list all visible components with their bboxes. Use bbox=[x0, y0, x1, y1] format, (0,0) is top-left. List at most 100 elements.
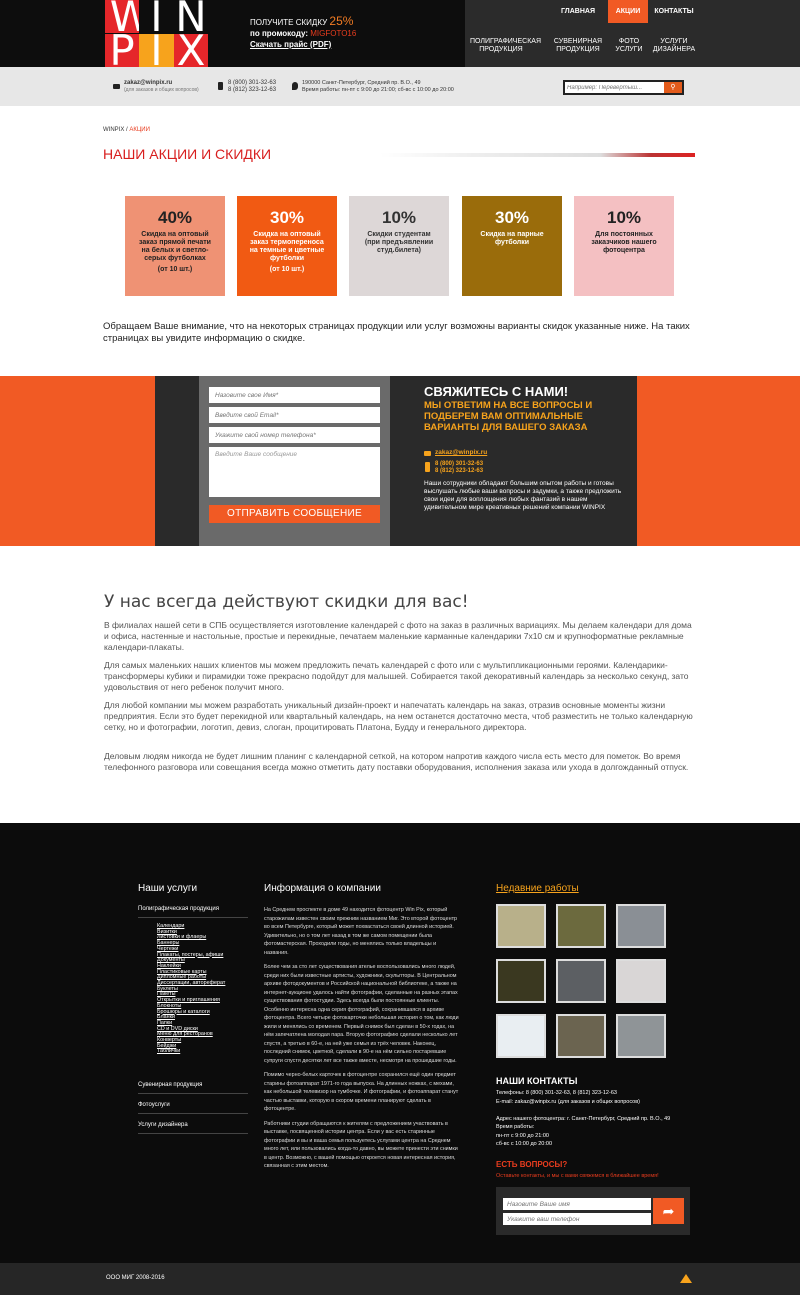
recent-work-thumbnail[interactable] bbox=[616, 904, 666, 948]
contact-phones: 8 (800) 301-32-63 8 (812) 323-12-63 bbox=[435, 461, 483, 475]
search-icon: ⚲ bbox=[670, 84, 676, 91]
subnav-label: ПРОДУКЦИЯ bbox=[556, 46, 600, 53]
subnav-label: ДИЗАЙНЕРА bbox=[652, 46, 696, 53]
contact-text: Наши сотрудники обладают большим опытом … bbox=[424, 480, 622, 511]
tile-description: Скидка на парные футболки bbox=[480, 231, 544, 246]
recent-works-heading[interactable]: Недавние работы bbox=[496, 883, 579, 894]
recent-work-thumbnail[interactable] bbox=[496, 904, 546, 948]
title-divider bbox=[380, 153, 695, 157]
scroll-top-icon[interactable] bbox=[680, 1274, 692, 1283]
subnav-souvenirs[interactable]: СУВЕНИРНАЯ ПРОДУКЦИЯ bbox=[549, 38, 607, 54]
questions-heading: ЕСТЬ ВОПРОСЫ? bbox=[496, 1160, 568, 1169]
recent-work-thumbnail[interactable] bbox=[616, 959, 666, 1003]
discount-tile: 10% Для постоянных заказчиков нашего фото… bbox=[574, 196, 674, 296]
subnav-printing[interactable]: ПОЛИГРАФИЧЕСКАЯ ПРОДУКЦИЯ bbox=[470, 38, 541, 54]
contact-line: Адрес нашего фотоцентра: г. Санкт-Петерб… bbox=[496, 1115, 671, 1122]
contact-subheading: МЫ ОТВЕТИМ НА ВСЕ ВОПРОСЫ И ПОДБЕРЕМ ВАМ… bbox=[424, 400, 593, 433]
bar-hours: Время работы: пн-пт с 9:00 до 21:00; сб-… bbox=[302, 87, 454, 93]
service-sublink[interactable]: Таблички bbox=[157, 1049, 248, 1055]
info-paragraph: Работники студии обращаются к жителям с … bbox=[264, 1120, 458, 1170]
search-input[interactable] bbox=[567, 83, 663, 93]
company-info: На Среднем проспекте в доме 49 находится… bbox=[264, 906, 461, 1177]
breadcrumb-home[interactable]: WINPIX bbox=[103, 127, 124, 133]
contact-line: Время работы: bbox=[496, 1124, 535, 1130]
recent-work-thumbnail[interactable] bbox=[556, 1014, 606, 1058]
discount-notice: Обращаем Ваше внимание, что на некоторых… bbox=[103, 321, 690, 344]
tile-percent: 30% bbox=[494, 208, 530, 227]
contact-heading: СВЯЖИТЕСЬ С НАМИ! bbox=[424, 384, 569, 399]
nav-contacts[interactable]: КОНТАКТЫ bbox=[650, 0, 698, 23]
tile-note: (от 10 шт.) bbox=[157, 266, 193, 273]
logo[interactable]: W I N P I X bbox=[105, 0, 208, 72]
discount-tile: 40% Скидка на оптовый заказ прямой печати… bbox=[125, 196, 225, 296]
mail-icon bbox=[424, 451, 431, 456]
contact-line: сб-вс с 10:00 до 20:00 bbox=[496, 1141, 552, 1147]
tile-description: Скидки студентам (при предъявлении студ.… bbox=[364, 231, 434, 254]
callback-submit-button[interactable]: ➦ bbox=[653, 1198, 684, 1224]
info-paragraph: Помимо черно-белых карточек в фотоцентре… bbox=[264, 1072, 459, 1112]
article-paragraph: Для самых маленьких наших клиентов мы мо… bbox=[104, 660, 689, 692]
tile-percent: 40% bbox=[157, 208, 193, 227]
contact-phone: 8 (800) 301-32-63 bbox=[435, 461, 484, 467]
service-link[interactable]: Услуги дизайнера bbox=[138, 1122, 248, 1134]
subnav-label: СУВЕНИРНАЯ bbox=[553, 38, 603, 45]
service-link[interactable]: Сувенирная продукция bbox=[138, 1082, 248, 1094]
contact-phone: 8 (812) 323-12-63 bbox=[435, 468, 484, 474]
bar-phone: 8 (812) 323-12-63 bbox=[228, 87, 277, 93]
bar-phone: 8 (800) 301-32-63 bbox=[228, 80, 277, 86]
price-download-link[interactable]: Скачать прайс (PDF) bbox=[250, 40, 331, 49]
tile-note: (от 10 шт.) bbox=[269, 266, 305, 273]
recent-work-thumbnail[interactable] bbox=[496, 959, 546, 1003]
breadcrumb: WINPIX / АКЦИИ bbox=[103, 127, 150, 133]
copyright: ООО МИГ 2008-2016 bbox=[106, 1275, 165, 1281]
promo-code: MIGFOTO16 bbox=[310, 29, 357, 38]
contact-line: Телефоны: 8 (800) 301-32-63, 8 (812) 323… bbox=[496, 1090, 617, 1096]
bar-address: 190000 Санкт-Петербург, Средний пр. В.О.… bbox=[302, 80, 454, 94]
contact-email[interactable]: zakaz@winpix.ru bbox=[435, 449, 487, 456]
message-textarea[interactable]: Введите Ваше сообщение bbox=[209, 447, 380, 497]
bar-phones: 8 (800) 301-32-63 8 (812) 323-12-63 bbox=[228, 80, 276, 94]
promo-line1: ПОЛУЧИТЕ СКИДКУ bbox=[250, 18, 328, 27]
service-link[interactable]: Полиграфическая продукция bbox=[138, 906, 248, 918]
promo-block: ПОЛУЧИТЕ СКИДКУ 25% по промокоду: MIGFOT… bbox=[250, 14, 357, 50]
tile-percent: 10% bbox=[606, 208, 642, 227]
location-icon bbox=[292, 82, 298, 90]
logo-letter: P bbox=[105, 30, 139, 72]
phone-input[interactable] bbox=[209, 427, 380, 443]
promo-line2: по промокоду: bbox=[250, 29, 309, 38]
arrow-icon: ➦ bbox=[662, 1203, 675, 1219]
contact-line: E-mail: zakaz@winpix.ru (для заказов и о… bbox=[496, 1098, 640, 1105]
recent-work-thumbnail[interactable] bbox=[616, 1014, 666, 1058]
discount-tile: 30% Скидка на оптовый заказ термопереноса… bbox=[237, 196, 337, 296]
phone-icon bbox=[425, 462, 430, 472]
article-paragraph: В филиалах нашей сети в СПБ осуществляет… bbox=[104, 620, 692, 652]
nav-promotions[interactable]: АКЦИИ bbox=[608, 0, 648, 23]
name-input[interactable] bbox=[209, 387, 380, 403]
bar-email-note: (для заказов и общих вопросов) bbox=[124, 87, 199, 93]
recent-work-thumbnail[interactable] bbox=[556, 959, 606, 1003]
subnav-label: ПОЛИГРАФИЧЕСКАЯ bbox=[470, 38, 541, 45]
nav-home[interactable]: ГЛАВНАЯ bbox=[555, 0, 601, 23]
tile-percent: 30% bbox=[269, 208, 305, 227]
discount-tile: 10% Скидки студентам (при предъявлении ст… bbox=[349, 196, 449, 296]
search-box: ⚲ bbox=[563, 80, 684, 95]
questions-subheading: Оставьте контакты, и мы с вами свяжемся … bbox=[496, 1173, 659, 1179]
search-button[interactable]: ⚲ bbox=[664, 82, 682, 93]
breadcrumb-current: АКЦИИ bbox=[129, 127, 150, 133]
promo-percent: 25% bbox=[329, 14, 354, 28]
logo-letter: I bbox=[139, 30, 174, 72]
subnav-label: ФОТО bbox=[618, 38, 640, 45]
callback-name-input[interactable] bbox=[503, 1198, 651, 1210]
tile-description: Скидка на оптовый заказ термопереноса на… bbox=[249, 231, 325, 262]
bar-email-text: zakaz@winpix.ru bbox=[124, 80, 173, 86]
subnav-design[interactable]: УСЛУГИ ДИЗАЙНЕРА bbox=[650, 38, 698, 54]
callback-phone-input[interactable] bbox=[503, 1213, 651, 1225]
send-message-button[interactable]: ОТПРАВИТЬ СООБЩЕНИЕ bbox=[209, 505, 380, 523]
subnav-photo[interactable]: ФОТО УСЛУГИ bbox=[610, 38, 648, 54]
tile-description: Для постоянных заказчиков нашего фотоцен… bbox=[591, 231, 657, 254]
email-input[interactable] bbox=[209, 407, 380, 423]
service-link[interactable]: Фотоуслуги bbox=[138, 1102, 248, 1114]
recent-work-thumbnail[interactable] bbox=[496, 1014, 546, 1058]
info-paragraph: Более чем за сто лет существования атель… bbox=[264, 964, 459, 1064]
recent-work-thumbnail[interactable] bbox=[556, 904, 606, 948]
